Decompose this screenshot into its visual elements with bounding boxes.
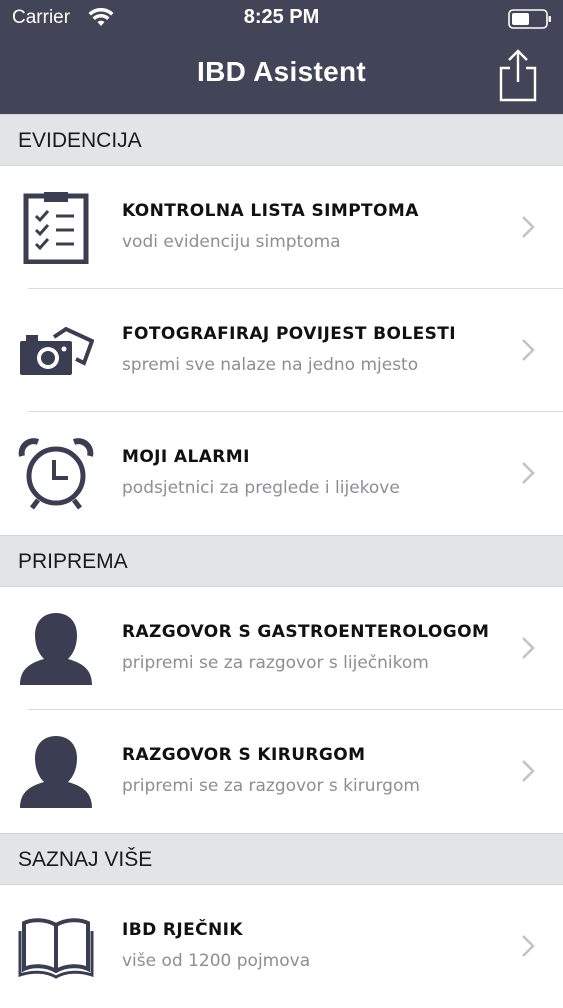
navigation-bar: IBD Asistent xyxy=(0,38,563,114)
item-title: MOJI ALARMI xyxy=(122,447,250,467)
list-item-fotografiraj[interactable]: FOTOGRAFIRAJ POVIJEST BOLESTI spremi sve… xyxy=(0,289,563,412)
item-subtitle: pripremi se za razgovor s liječnikom xyxy=(122,653,429,673)
camera-icon xyxy=(20,326,94,375)
item-title: RAZGOVOR S KIRURGOM xyxy=(122,745,366,765)
chevron-right-icon xyxy=(522,462,535,484)
item-subtitle: podsjetnici za preglede i lijekove xyxy=(122,478,400,498)
person-icon xyxy=(20,613,92,685)
list-item-gastroenterolog[interactable]: RAZGOVOR S GASTROENTEROLOGOM pripremi se… xyxy=(0,587,563,710)
chevron-right-icon xyxy=(522,216,535,238)
chevron-right-icon xyxy=(522,637,535,659)
section-header-evidencija: EVIDENCIJA xyxy=(0,114,563,166)
item-title: KONTROLNA LISTA SIMPTOMA xyxy=(122,201,419,221)
battery-icon xyxy=(508,9,551,29)
list-item-moji-alarmi[interactable]: MOJI ALARMI podsjetnici za preglede i li… xyxy=(0,412,563,535)
status-bar: Carrier 8:25 PM xyxy=(0,0,563,38)
item-subtitle: više od 1200 pojmova xyxy=(122,951,311,971)
chevron-right-icon xyxy=(522,935,535,957)
checklist-icon xyxy=(23,192,89,264)
list-item-ibd-rjecnik[interactable]: IBD RJEČNIK više od 1200 pojmova xyxy=(0,885,563,1008)
section-header-saznaj-vise: SAZNAJ VIŠE xyxy=(0,833,563,885)
page-title: IBD Asistent xyxy=(196,56,367,87)
item-subtitle: pripremi se za razgovor s kirurgom xyxy=(122,776,420,796)
item-title: IBD RJEČNIK xyxy=(122,920,243,940)
list-item-kontrolna-lista[interactable]: KONTROLNA LISTA SIMPTOMA vodi evidenciju… xyxy=(0,166,563,289)
alarm-clock-icon xyxy=(18,438,94,510)
book-icon xyxy=(18,918,94,979)
share-icon[interactable] xyxy=(496,48,540,102)
item-subtitle: spremi sve nalaze na jedno mjesto xyxy=(122,355,419,375)
item-title: RAZGOVOR S GASTROENTEROLOGOM xyxy=(122,622,490,642)
section-header-priprema: PRIPREMA xyxy=(0,535,563,587)
person-icon xyxy=(20,736,92,808)
item-title: FOTOGRAFIRAJ POVIJEST BOLESTI xyxy=(122,324,456,344)
chevron-right-icon xyxy=(522,339,535,361)
menu-list: EVIDENCIJA KONTROLNA LISTA SIMPTOMA vodi… xyxy=(0,114,563,1008)
item-subtitle: vodi evidenciju simptoma xyxy=(122,232,341,252)
chevron-right-icon xyxy=(522,760,535,782)
status-time: 8:25 PM xyxy=(243,6,320,28)
list-item-kirurg[interactable]: RAZGOVOR S KIRURGOM pripremi se za razgo… xyxy=(0,710,563,833)
